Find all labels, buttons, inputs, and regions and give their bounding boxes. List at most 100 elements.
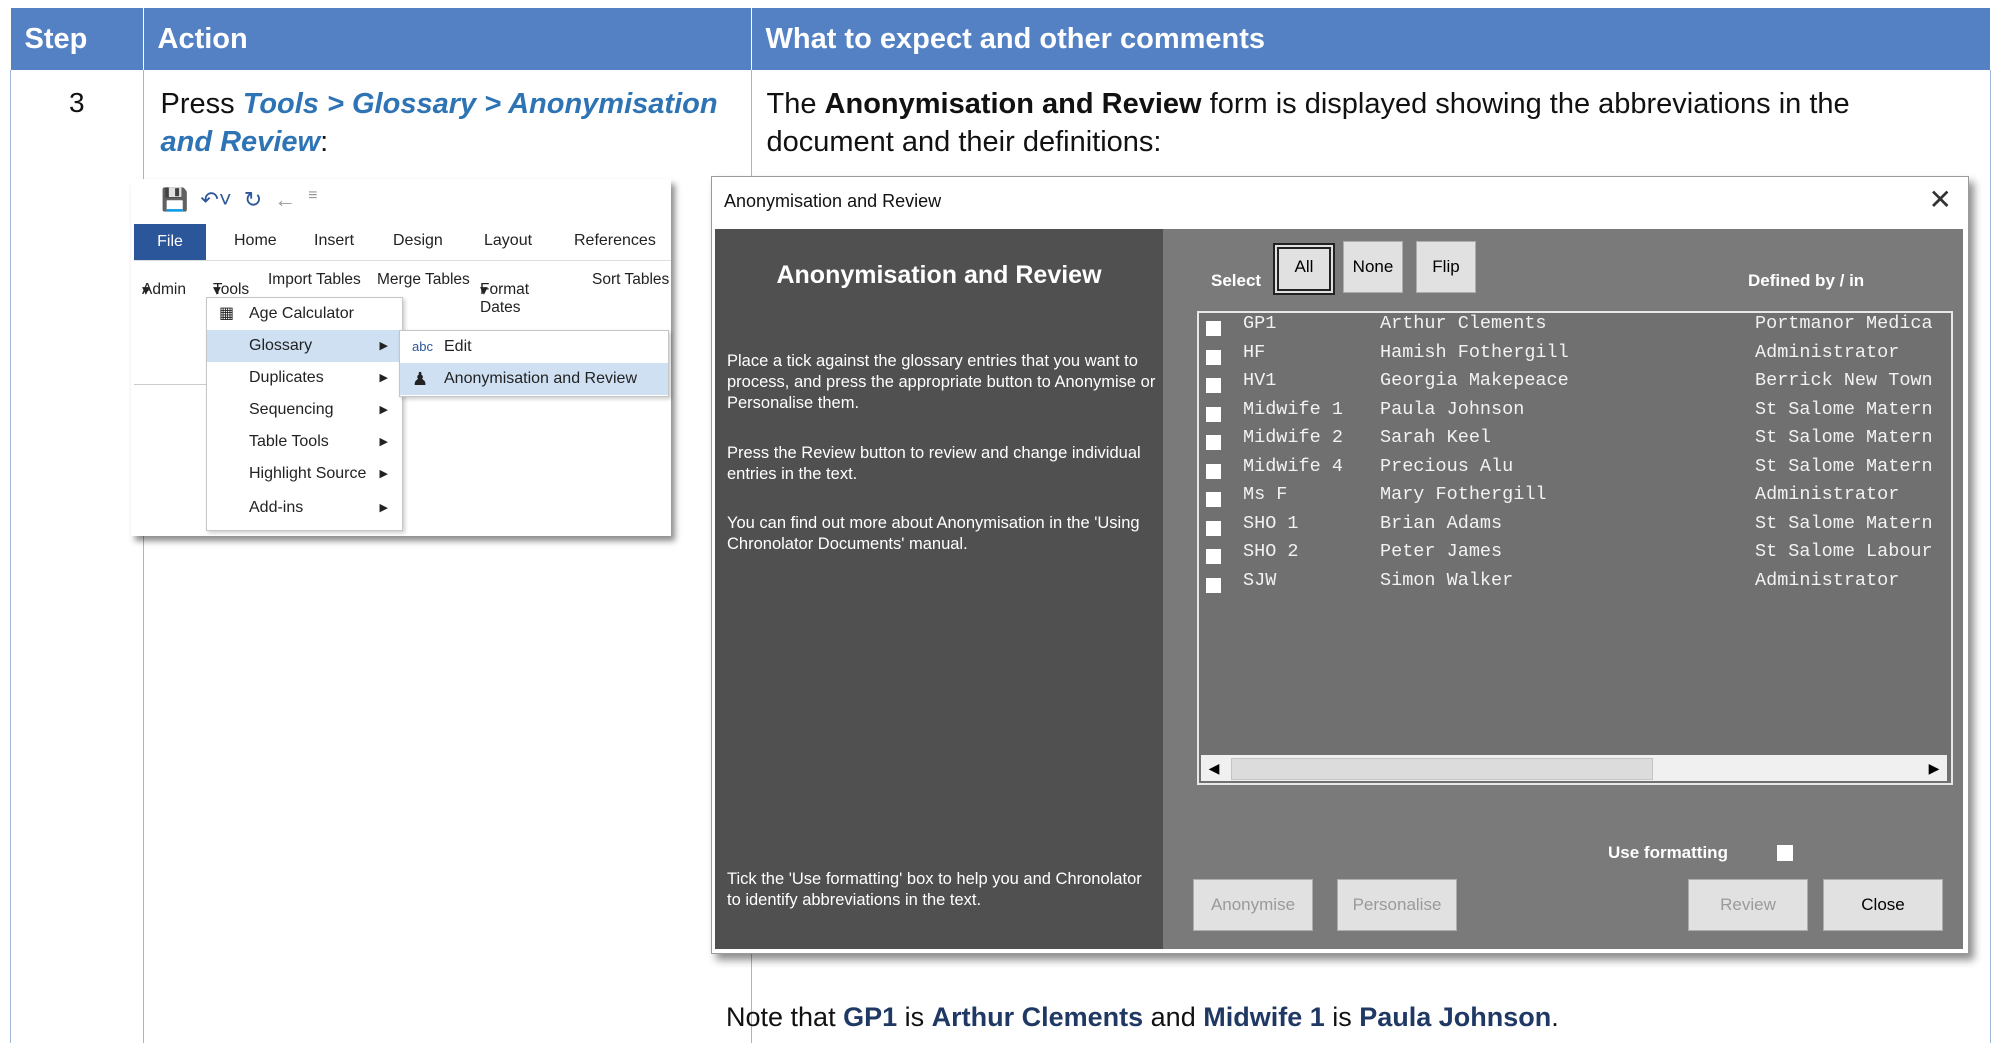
row-defined-by: St Salome Matern [1755, 455, 1933, 477]
row-checkbox[interactable] [1206, 549, 1221, 564]
header-step: Step [10, 8, 144, 70]
quick-access-toolbar: 💾 ↶˅ ↻ ← ≡ [161, 187, 317, 213]
use-formatting-label: Use formatting [1608, 843, 1728, 862]
row-defined-by: Portmanor Medica [1755, 313, 1933, 334]
scrollbar-thumb[interactable] [1231, 758, 1653, 780]
list-item[interactable]: Midwife 4 Precious Alu St Salome Matern [1199, 456, 1949, 484]
menu-item-highlight-source[interactable]: Highlight Source ▶ [207, 458, 402, 490]
tab-references[interactable]: References [574, 232, 656, 250]
instructions-para-2: Press the Review button to review and ch… [727, 444, 1141, 483]
menu-item-table-tools[interactable]: Table Tools ▶ [207, 426, 402, 458]
close-icon[interactable]: ✕ [1929, 183, 1952, 216]
note-b2: Arthur Clements [931, 1002, 1144, 1032]
list-item[interactable]: HV1 Georgia Makepeace Berrick New Town [1199, 370, 1949, 398]
row-abbr: SJW [1243, 569, 1277, 591]
list-item[interactable]: SHO 2 Peter James St Salome Labour [1199, 541, 1949, 569]
list-item[interactable]: SHO 1 Brian Adams St Salome Matern [1199, 513, 1949, 541]
menu-item-glossary[interactable]: Glossary ▶ [207, 330, 402, 362]
tab-file[interactable]: File [134, 224, 206, 260]
list-item[interactable]: Ms F Mary Fothergill Administrator [1199, 484, 1949, 512]
list-item[interactable]: GP1 Arthur Clements Portmanor Medica [1199, 313, 1949, 341]
row-abbr: Midwife 2 [1243, 427, 1343, 448]
row-checkbox[interactable] [1206, 492, 1221, 507]
tab-home[interactable]: Home [234, 232, 277, 250]
menu-label: Sequencing [249, 401, 334, 418]
row-checkbox[interactable] [1206, 406, 1221, 422]
row-name: Hamish Fothergill [1380, 341, 1569, 363]
row-checkbox[interactable] [1206, 577, 1221, 593]
row-defined-by: Administrator [1755, 569, 1900, 591]
horizontal-scrollbar[interactable]: ◀ ▶ [1201, 755, 1947, 781]
note-t1: Note that [726, 1002, 844, 1032]
row-abbr: Midwife 1 [1243, 398, 1343, 420]
row-abbr: Midwife 4 [1243, 455, 1343, 477]
entries-pane: Select All None Flip Defined by / in GP1… [1163, 229, 1963, 949]
row-checkbox[interactable] [1206, 349, 1221, 365]
submenu-arrow-icon: ▶ [379, 436, 388, 448]
note-t2: is [897, 1002, 932, 1032]
row-defined-by: St Salome Matern [1755, 427, 1933, 448]
list-item[interactable]: SJW Simon Walker Administrator [1199, 570, 1949, 598]
undo-icon[interactable]: ↶˅ [200, 187, 231, 213]
row-checkbox[interactable] [1206, 435, 1221, 450]
scroll-left-icon[interactable]: ◀ [1201, 755, 1227, 781]
save-icon[interactable]: 💾 [161, 187, 188, 213]
row-checkbox[interactable] [1206, 378, 1221, 393]
row-abbr: SHO 1 [1243, 512, 1299, 534]
review-button[interactable]: Review [1688, 879, 1808, 931]
import-tables-button[interactable]: Import Tables [268, 271, 361, 289]
sort-tables-button[interactable]: Sort Tables [592, 271, 669, 289]
tab-insert[interactable]: Insert [314, 232, 354, 250]
list-item[interactable]: HF Hamish Fothergill Administrator [1199, 342, 1949, 370]
submenu-arrow-icon: ▶ [379, 404, 388, 416]
ribbon-tabs: File Home Insert Design Layout Reference… [134, 224, 671, 260]
customize-icon[interactable]: ≡ [308, 187, 317, 213]
calculator-icon: ▦ [219, 305, 235, 322]
row-checkbox[interactable] [1206, 463, 1221, 479]
row-defined-by: Berrick New Town [1755, 370, 1933, 391]
row-abbr: GP1 [1243, 313, 1277, 334]
header-action: Action [143, 8, 752, 70]
menu-item-age-calculator[interactable]: ▦ Age Calculator [207, 298, 402, 330]
menu-item-add-ins[interactable]: Add-ins ▶ [207, 492, 402, 524]
menu-item-sequencing[interactable]: Sequencing ▶ [207, 394, 402, 426]
row-name: Simon Walker [1380, 569, 1514, 591]
menu-label: Glossary [249, 337, 313, 354]
row-defined-by: St Salome Matern [1755, 398, 1933, 420]
menu-item-duplicates[interactable]: Duplicates ▶ [207, 362, 402, 394]
close-button[interactable]: Close [1823, 879, 1943, 931]
ribbon-divider [134, 384, 206, 385]
submenu-arrow-icon: ▶ [379, 468, 388, 480]
dialog-heading: Anonymisation and Review [776, 261, 1102, 289]
back-arrow-icon[interactable]: ← [274, 187, 296, 213]
scroll-right-icon[interactable]: ▶ [1921, 755, 1947, 781]
submenu-item-edit[interactable]: abc Edit [400, 331, 668, 363]
defined-by-header: Defined by / in [1748, 271, 1865, 290]
submenu-item-anonymisation[interactable]: ♟ Anonymisation and Review [400, 363, 668, 395]
tab-layout[interactable]: Layout [484, 232, 532, 250]
glossary-list[interactable]: GP1 Arthur Clements Portmanor Medica HF Ham… [1197, 311, 1953, 785]
row-name: Paula Johnson [1380, 398, 1525, 420]
merge-tables-button[interactable]: Merge Tables [377, 271, 470, 289]
note-t4: is [1324, 1002, 1360, 1032]
redo-icon[interactable]: ↻ [244, 187, 262, 213]
instructions-para-1: Place a tick against the glossary entrie… [727, 352, 1156, 412]
submenu-arrow-icon: ▶ [379, 340, 388, 352]
action-prefix: Press [160, 88, 243, 120]
personalise-button[interactable]: Personalise [1337, 879, 1457, 931]
flip-button[interactable]: Flip [1416, 241, 1476, 293]
tab-design[interactable]: Design [393, 232, 443, 250]
note-b4: Paula Johnson [1359, 1002, 1552, 1032]
row-checkbox[interactable] [1206, 520, 1221, 536]
action-text: Press Tools > Glossary > Anonymisation a… [145, 71, 750, 161]
spelling-icon: abc [412, 339, 433, 354]
none-button[interactable]: None [1343, 241, 1403, 293]
row-name: Arthur Clements [1380, 313, 1547, 334]
list-item[interactable]: Midwife 1 Paula Johnson St Salome Matern [1199, 399, 1949, 427]
use-formatting-checkbox[interactable] [1777, 845, 1793, 861]
all-button[interactable]: All [1273, 243, 1335, 295]
list-item[interactable]: Midwife 2 Sarah Keel St Salome Matern [1199, 427, 1949, 455]
row-checkbox[interactable] [1206, 321, 1221, 336]
menu-label: Age Calculator [249, 305, 354, 322]
anonymise-button[interactable]: Anonymise [1193, 879, 1313, 931]
